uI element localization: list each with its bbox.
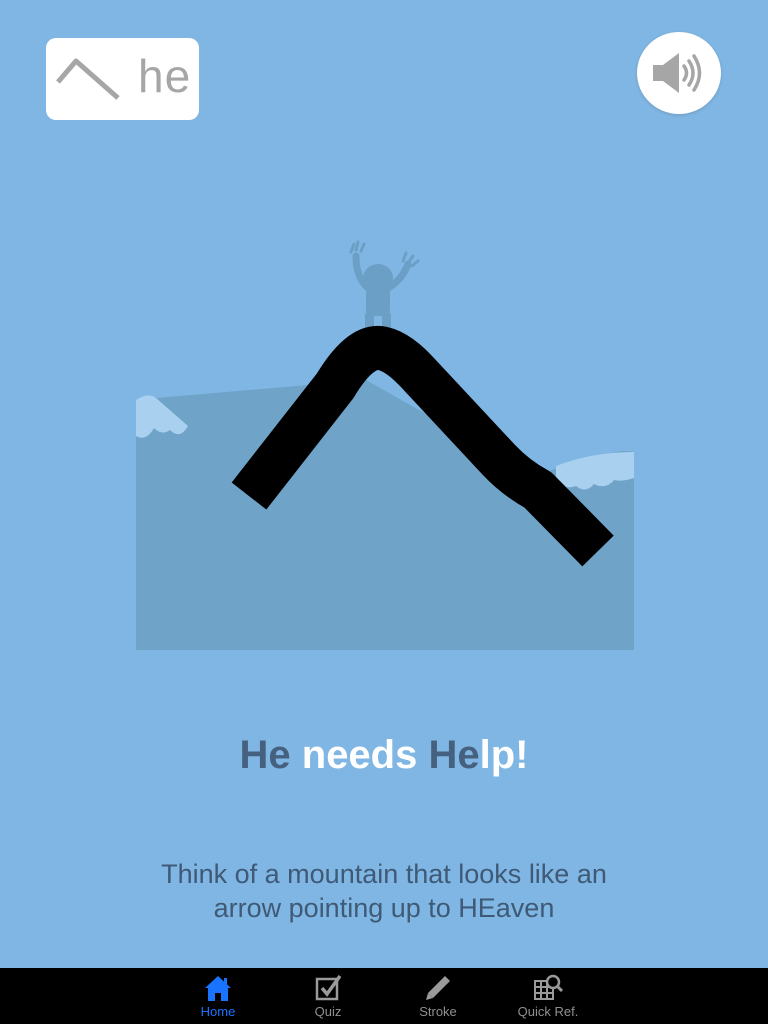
title-text: needs — [290, 733, 429, 777]
tab-label-stroke: Stroke — [419, 1004, 457, 1019]
pencil-icon — [426, 976, 450, 1000]
mnemonic-illustration — [136, 240, 634, 650]
tab-quiz[interactable]: Quiz — [280, 968, 376, 1024]
tab-label-quick-ref: Quick Ref. — [517, 1004, 579, 1019]
tab-bar: Home Quiz Stroke Quick Ref. — [0, 968, 768, 1024]
tab-stroke[interactable]: Stroke — [390, 968, 486, 1024]
sound-button[interactable] — [637, 32, 721, 114]
tab-label-quiz: Quiz — [314, 1004, 342, 1019]
description-line: Think of a mountain that looks like an — [161, 859, 607, 889]
mnemonic-title: He needs Help! — [0, 727, 768, 783]
tab-home[interactable]: Home — [170, 968, 266, 1024]
tab-label-home: Home — [200, 1004, 236, 1019]
romaji-label: he — [138, 50, 192, 102]
mnemonic-description: Think of a mountain that looks like an a… — [0, 857, 768, 925]
title-text: lp! — [479, 733, 529, 777]
hiragana-he-glyph-icon — [56, 58, 120, 100]
kana-card[interactable]: he — [46, 38, 199, 120]
cheering-figure — [349, 240, 420, 341]
home-icon — [205, 976, 231, 1001]
grid-search-icon — [534, 974, 563, 1000]
checkbox-icon — [315, 974, 342, 1001]
description-line: arrow pointing up to HEaven — [213, 893, 555, 923]
tab-quick-ref[interactable]: Quick Ref. — [500, 968, 596, 1024]
title-highlight: He — [428, 733, 480, 777]
title-highlight: He — [239, 733, 291, 777]
speaker-icon — [653, 53, 702, 93]
